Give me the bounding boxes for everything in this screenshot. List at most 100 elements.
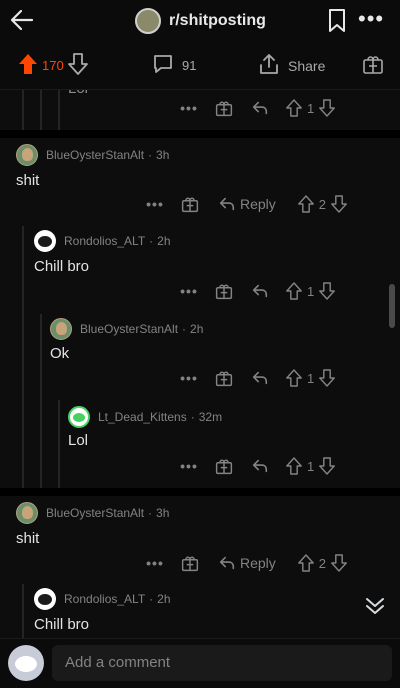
user-avatar[interactable] bbox=[8, 645, 44, 681]
vote-count: 1 bbox=[307, 370, 315, 386]
thread-line[interactable] bbox=[58, 90, 60, 130]
comment-text-cut: Lol bbox=[68, 90, 88, 97]
comment-vote: 1 bbox=[286, 369, 336, 387]
downvote-icon[interactable] bbox=[67, 53, 88, 78]
award-icon[interactable] bbox=[206, 369, 242, 387]
award-icon[interactable] bbox=[206, 457, 242, 475]
comment-text: Chill bro bbox=[34, 258, 90, 275]
comment-header: Rondolios_ALT · 2h bbox=[34, 588, 171, 610]
subreddit-avatar bbox=[135, 8, 161, 34]
avatar[interactable] bbox=[16, 502, 38, 524]
avatar[interactable] bbox=[16, 144, 38, 166]
comment-time: 2h bbox=[190, 322, 204, 336]
subreddit-link[interactable]: r/shitposting bbox=[135, 8, 266, 34]
share-icon bbox=[258, 53, 280, 78]
more-options-button[interactable]: ••• bbox=[358, 8, 384, 34]
comment-author[interactable]: BlueOysterStanAlt bbox=[80, 322, 178, 336]
reply-icon bbox=[219, 197, 235, 211]
vote-count: 1 bbox=[307, 100, 315, 116]
upvote-icon[interactable] bbox=[286, 282, 302, 300]
share-label: Share bbox=[288, 57, 326, 74]
thread-line[interactable] bbox=[58, 400, 60, 488]
comment-composer-bar: Add a comment bbox=[0, 638, 400, 688]
downvote-icon[interactable] bbox=[319, 99, 336, 117]
comment-author[interactable]: Rondolios_ALT bbox=[64, 592, 145, 606]
thread-line[interactable] bbox=[22, 90, 24, 130]
avatar[interactable] bbox=[50, 318, 72, 340]
downvote-icon[interactable] bbox=[331, 195, 347, 213]
award-icon[interactable] bbox=[362, 53, 384, 75]
chevron-double-down-icon[interactable] bbox=[362, 594, 388, 618]
downvote-icon[interactable] bbox=[331, 554, 347, 572]
comment-author[interactable]: BlueOysterStanAlt bbox=[46, 506, 144, 520]
downvote-icon[interactable] bbox=[319, 282, 336, 300]
more-icon[interactable]: ••• bbox=[172, 458, 206, 474]
award-icon[interactable] bbox=[172, 195, 208, 213]
downvote-icon[interactable] bbox=[319, 369, 336, 387]
comment-vote: 1 bbox=[286, 457, 336, 475]
more-icon[interactable]: ••• bbox=[172, 370, 206, 386]
thread-line[interactable] bbox=[22, 226, 24, 488]
reply-icon bbox=[219, 556, 235, 570]
upvote-icon[interactable] bbox=[297, 195, 314, 213]
subreddit-name: r/shitposting bbox=[169, 12, 266, 29]
comment-time: 2h bbox=[157, 592, 171, 606]
reply-button[interactable]: Reply bbox=[218, 554, 276, 572]
arrow-left-icon[interactable] bbox=[8, 6, 36, 34]
comment-header: BlueOysterStanAlt · 3h bbox=[16, 144, 169, 166]
comments-count-button[interactable]: 91 bbox=[152, 53, 196, 78]
comment-time: 3h bbox=[156, 148, 170, 162]
avatar[interactable] bbox=[34, 588, 56, 610]
vote-count: 2 bbox=[318, 555, 327, 571]
share-button[interactable]: Share bbox=[258, 53, 325, 78]
upvote-icon[interactable] bbox=[286, 457, 302, 475]
award-icon[interactable] bbox=[206, 282, 242, 300]
more-icon[interactable]: ••• bbox=[172, 100, 206, 116]
reply-icon[interactable] bbox=[242, 457, 278, 475]
comment-icon bbox=[152, 53, 174, 78]
downvote-icon[interactable] bbox=[319, 457, 336, 475]
reply-label: Reply bbox=[240, 196, 276, 212]
comment-author[interactable]: Lt_Dead_Kittens bbox=[98, 410, 187, 424]
vote-count: 2 bbox=[318, 196, 327, 212]
reply-icon[interactable] bbox=[242, 99, 278, 117]
comment-actions: ••• Reply 2 bbox=[138, 551, 347, 575]
reply-button[interactable]: Reply bbox=[218, 195, 276, 213]
comment-text: shit bbox=[16, 172, 40, 189]
add-comment-input[interactable]: Add a comment bbox=[52, 645, 392, 681]
bookmark-icon[interactable] bbox=[326, 8, 348, 34]
avatar[interactable] bbox=[68, 406, 90, 428]
award-icon[interactable] bbox=[172, 554, 208, 572]
comment-time: 32m bbox=[198, 410, 223, 424]
vote-count: 1 bbox=[307, 458, 315, 474]
comment-time: 3h bbox=[156, 506, 170, 520]
award-icon[interactable] bbox=[206, 99, 242, 117]
upvote-icon[interactable] bbox=[18, 53, 38, 78]
upvote-icon[interactable] bbox=[286, 369, 302, 387]
upvote-icon[interactable] bbox=[297, 554, 314, 572]
comment-vote: 1 bbox=[286, 99, 336, 117]
comment-text: shit bbox=[16, 530, 40, 547]
reply-icon[interactable] bbox=[242, 282, 278, 300]
reply-icon[interactable] bbox=[242, 369, 278, 387]
comment-author[interactable]: BlueOysterStanAlt bbox=[46, 148, 144, 162]
thread-line[interactable] bbox=[22, 584, 24, 638]
thread-line[interactable] bbox=[40, 314, 42, 488]
upvote-count: 170 bbox=[42, 58, 64, 73]
comment-text: Chill bro bbox=[34, 616, 90, 633]
comment-time: 2h bbox=[157, 234, 171, 248]
more-icon[interactable]: ••• bbox=[138, 196, 172, 212]
reply-label: Reply bbox=[240, 555, 276, 571]
post-action-bar: 170 91 Share bbox=[0, 44, 400, 90]
comment-author[interactable]: Rondolios_ALT bbox=[64, 234, 145, 248]
upvote-icon[interactable] bbox=[286, 99, 302, 117]
more-icon[interactable]: ••• bbox=[172, 283, 206, 299]
comment-text: Ok bbox=[50, 345, 70, 362]
avatar[interactable] bbox=[34, 230, 56, 252]
thread-line[interactable] bbox=[40, 90, 42, 130]
more-icon[interactable]: ••• bbox=[138, 555, 172, 571]
scrollbar[interactable] bbox=[389, 284, 395, 328]
comment-vote: 2 bbox=[297, 195, 347, 213]
comment-actions: ••• 1 bbox=[172, 279, 336, 303]
vote-count: 1 bbox=[307, 283, 315, 299]
